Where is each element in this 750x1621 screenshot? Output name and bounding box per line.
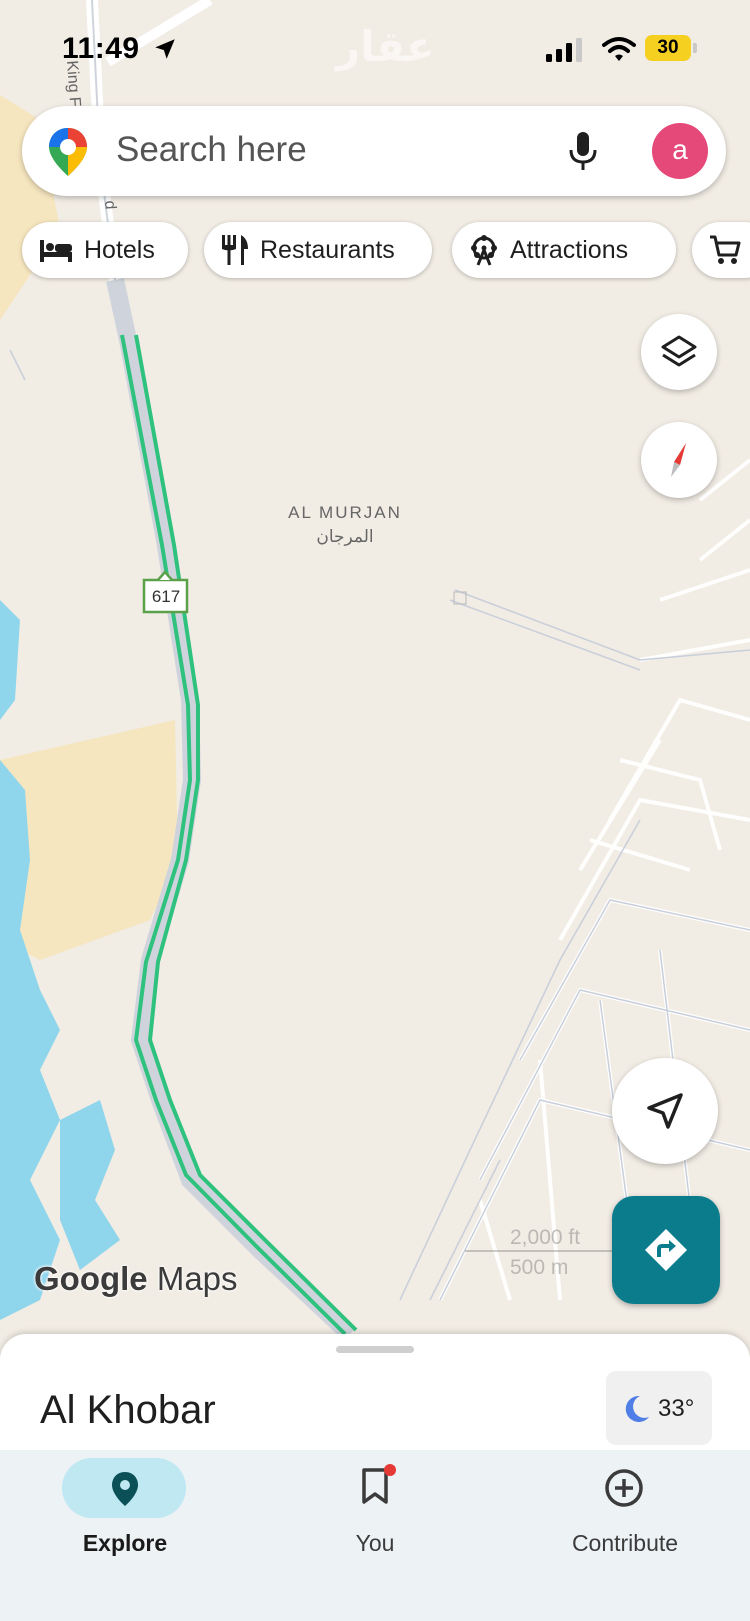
layers-button[interactable] [641, 314, 717, 390]
chip-attractions[interactable]: Attractions [452, 222, 676, 278]
nav-label: You [355, 1530, 395, 1556]
nav-label: Explore [82, 1530, 168, 1556]
scale-feet: 2,000 ft [465, 1226, 618, 1252]
map-scale: 2,000 ft 500 m [465, 1226, 618, 1280]
utensils-icon [222, 235, 248, 265]
area-label-en: AL MURJAN [288, 503, 402, 522]
bed-icon [40, 240, 72, 262]
ferris-wheel-icon [471, 235, 497, 266]
chip-label: Hotels [84, 235, 155, 264]
google-maps-pin-icon [49, 128, 87, 176]
chip-label: Restaurants [260, 235, 395, 264]
status-time: 11:49 [62, 32, 140, 65]
weather-badge[interactable]: 33° [606, 1371, 712, 1445]
microphone-icon[interactable] [568, 130, 598, 172]
sheet-drag-handle[interactable] [336, 1346, 414, 1353]
bottom-nav: Explore You Contribute [0, 1450, 750, 1621]
chip-hotels[interactable]: Hotels [22, 222, 188, 278]
chip-shopping[interactable] [692, 222, 750, 278]
scale-meters: 500 m [510, 1256, 569, 1279]
navigation-arrow-icon [647, 1093, 683, 1129]
shopping-cart-icon [710, 235, 741, 264]
battery-level: 30 [657, 37, 679, 58]
signal-icon [546, 38, 582, 62]
area-label-ar: المرجان [316, 527, 374, 547]
layers-icon [661, 335, 697, 367]
bookmark-icon [362, 1464, 396, 1504]
battery-icon: 30 [645, 35, 699, 61]
location-arrow-icon [155, 39, 175, 59]
directions-icon [645, 1229, 687, 1271]
google-maps-logo: Google Maps [34, 1260, 238, 1298]
moon-icon [625, 1395, 649, 1422]
bottom-sheet[interactable]: Al Khobar 33° [0, 1334, 750, 1454]
compass-button[interactable] [641, 422, 717, 498]
nav-you[interactable]: You [250, 1450, 500, 1621]
my-location-button[interactable] [612, 1058, 718, 1164]
add-circle-icon [605, 1469, 643, 1507]
account-avatar[interactable]: a [652, 123, 708, 179]
location-pin-icon [112, 1472, 138, 1506]
road-name-label-2: d [101, 200, 119, 211]
search-input[interactable]: Search here [116, 130, 307, 170]
road-shield-label: 617 [151, 587, 181, 606]
logo-maps: Maps [156, 1260, 238, 1297]
watermark-logo: عقار [336, 22, 435, 71]
temperature: 33° [658, 1395, 695, 1422]
wifi-icon [602, 37, 636, 61]
search-bar[interactable]: Search here a [22, 106, 726, 196]
nav-label: Contribute [571, 1530, 679, 1556]
nav-contribute[interactable]: Contribute [500, 1450, 750, 1621]
chip-label: Attractions [510, 235, 629, 264]
directions-button[interactable] [612, 1196, 720, 1304]
compass-icon [671, 443, 686, 477]
logo-google: Google [34, 1260, 148, 1297]
chip-restaurants[interactable]: Restaurants [204, 222, 432, 278]
nav-explore[interactable]: Explore [0, 1450, 250, 1621]
place-title: Al Khobar [40, 1388, 216, 1432]
